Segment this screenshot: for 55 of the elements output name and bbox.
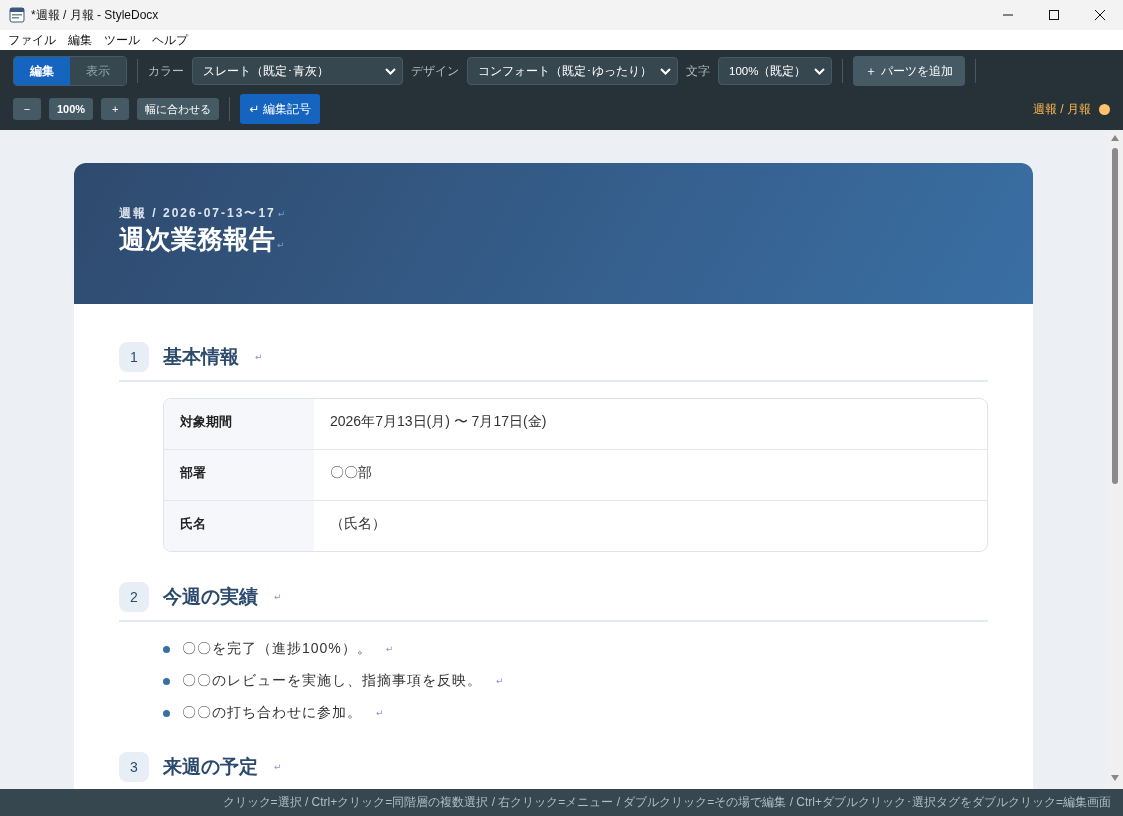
paragraph-mark: ↵ [496, 676, 504, 686]
select-label: カラー [148, 62, 184, 80]
bullet-icon [163, 645, 170, 653]
paragraph-mark: ↵ [255, 352, 263, 362]
chevron-down-icon [814, 67, 826, 75]
maximize-icon [1049, 10, 1059, 20]
document-kicker: 週報 / 2026-07-13〜17 [119, 206, 276, 220]
list-item: 〇〇のレビューを実施し、指摘事項を反映。 [182, 672, 482, 690]
dropdown[interactable]: スレート（既定･青灰） [192, 57, 403, 85]
section-number: 2 [119, 582, 149, 612]
menu-item[interactable]: 編集 [62, 31, 98, 49]
document-type: 週報 / 月報 [1033, 100, 1091, 118]
app-icon [9, 7, 25, 23]
row-header: 部署 [164, 450, 314, 500]
paragraph-mark: ↵ [274, 762, 282, 772]
document-title: 週次業務報告 [119, 224, 275, 254]
select-label: 文字 [686, 62, 710, 80]
row-header: 対象期間 [164, 399, 314, 449]
close-icon [1095, 10, 1105, 20]
dropdown[interactable]: 100%（既定） [718, 57, 833, 85]
table-cell-text: 〇〇部 [329, 463, 373, 482]
select-label: デザイン [411, 62, 459, 80]
menu-item[interactable]: ファイル [2, 31, 62, 49]
table-cell-text: 2026年7月13日(月) 〜 7月17日(金) [329, 412, 548, 431]
row-header: 氏名 [164, 501, 314, 551]
list-item: 〇〇の打ち合わせに参加。 [182, 704, 362, 722]
paragraph-mark: ↵ [376, 708, 384, 718]
window-title: *週報 / 月報 - StyleDocx [31, 6, 160, 24]
edit-marks-button[interactable]: ↵ 編集記号 [240, 94, 320, 124]
menu-item[interactable]: ヘルプ [146, 31, 194, 49]
paragraph-mark: ↵ [277, 240, 285, 250]
fit-width-button[interactable]: 幅に合わせる [137, 98, 220, 120]
section-heading: 今週の実績 [163, 585, 258, 609]
paragraph-mark: ↵ [277, 209, 286, 219]
chevron-down-icon [660, 67, 671, 75]
section-heading: 来週の予定 [163, 755, 258, 779]
menu-item[interactable]: ツール [98, 31, 146, 49]
add-parts-button[interactable]: ＋ パーツを追加 [853, 56, 965, 86]
bullet-icon [163, 677, 170, 685]
list-item: 〇〇を完了（進捗100%）。 [182, 640, 372, 658]
zoom-level[interactable]: 100% [49, 98, 94, 120]
mode-tab[interactable]: 表示 [70, 57, 126, 85]
bullet-icon [163, 709, 170, 717]
status-hint: クリック=選択 / Ctrl+クリック=同階層の複数選択 / 右クリック=メニュー / ダブルクリック=その場で編集 / Ctrl+ダブルクリック･選択タグをダブルクリック=編集画面 [222, 794, 1111, 811]
dropdown[interactable]: コンフォート（既定･ゆったり） [467, 57, 678, 85]
section-number: 1 [119, 342, 149, 372]
section-number: 3 [119, 752, 149, 782]
mode-tab[interactable]: 編集 [14, 57, 70, 85]
zoom-out-button[interactable]: − [13, 98, 41, 120]
zoom-in-button[interactable]: + [101, 98, 130, 120]
paragraph-mark: ↵ [274, 592, 282, 602]
table-cell-text: （氏名） [329, 514, 387, 533]
paragraph-mark: ↵ [385, 644, 394, 654]
chevron-down-icon [385, 67, 396, 75]
section-heading: 基本情報 [163, 345, 239, 369]
